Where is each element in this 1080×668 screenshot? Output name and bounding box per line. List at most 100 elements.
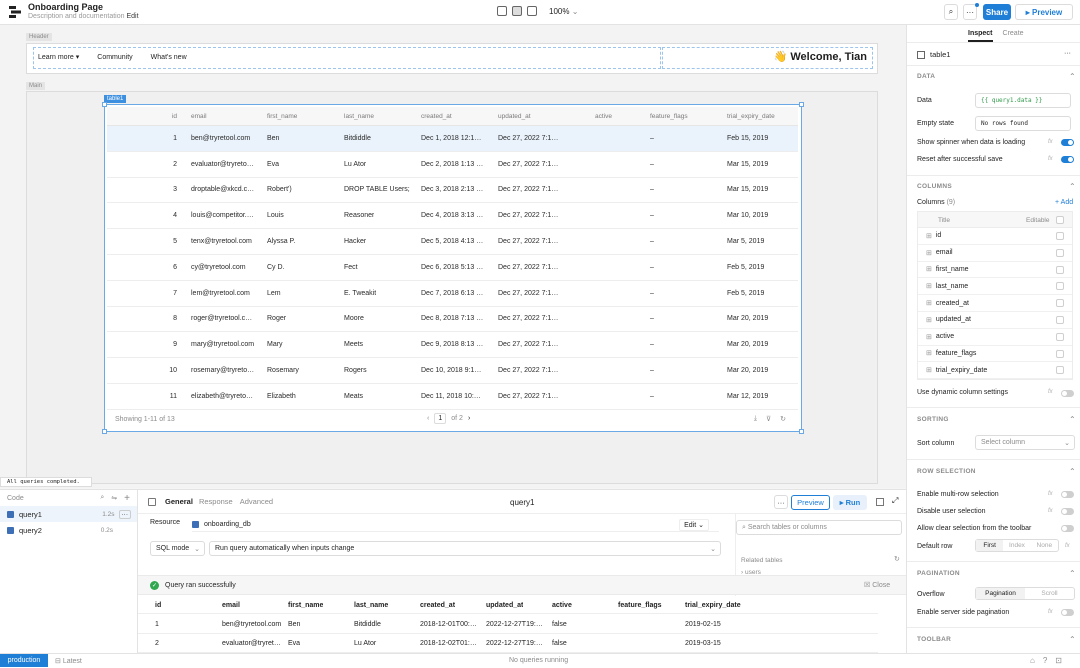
tab-general[interactable]: General xyxy=(165,497,193,506)
zoom-select[interactable]: 100% ⌄ xyxy=(549,7,578,16)
table-row[interactable]: 2 evaluator@tryreto… Eva Lu Ator Dec 2, 2018… xyxy=(107,152,798,178)
app-title[interactable]: Onboarding Page xyxy=(28,2,103,12)
resize-handle[interactable] xyxy=(102,429,107,434)
table-row[interactable]: 6 cy@tryretool.com Cy D. Fect Dec 6, 2018 5:… xyxy=(107,255,798,281)
table-row[interactable]: 11 elizabeth@tryreto… Elizabeth Meats Dec 11… xyxy=(107,384,798,410)
preview-query-button[interactable]: Preview xyxy=(791,495,830,510)
add-query-icon[interactable]: + xyxy=(124,493,130,504)
editable-checkbox[interactable] xyxy=(1056,265,1064,274)
column-item-email[interactable]: ⊞ email xyxy=(918,245,1072,262)
chevron-up-icon[interactable]: ⌃ xyxy=(1069,415,1076,424)
fx-icon[interactable]: fx xyxy=(1065,543,1070,549)
section-data[interactable]: DATA xyxy=(917,73,935,80)
chevron-up-icon[interactable]: ⌃ xyxy=(1069,467,1076,476)
table-row[interactable]: 8 roger@tryretool.c… Roger Moore Dec 8, 2018… xyxy=(107,307,798,333)
column-item-id[interactable]: ⊞ id xyxy=(918,228,1072,245)
tab-advanced[interactable]: Advanced xyxy=(240,497,273,506)
result-row[interactable]: 2 evaluator@tryret… Eva Lu Ator 2018-12-02T0… xyxy=(138,634,878,653)
next-page-icon[interactable]: › xyxy=(468,415,470,422)
column-item-created-at[interactable]: ⊞ created_at xyxy=(918,295,1072,312)
tab-response[interactable]: Response xyxy=(199,497,233,506)
table-row[interactable]: 3 droptable@xkcd.c… Robert') DROP TABLE Use… xyxy=(107,178,798,204)
help-icon[interactable]: ? xyxy=(1043,656,1047,665)
column-header-first-name[interactable]: first_name xyxy=(267,107,297,125)
tab-create[interactable]: Create xyxy=(1003,30,1024,37)
editable-checkbox[interactable] xyxy=(1056,315,1064,324)
section-toolbar[interactable]: TOOLBAR xyxy=(917,636,951,643)
nav-learn-more[interactable]: Learn more ▾ xyxy=(38,53,79,61)
chevron-up-icon[interactable]: ⌃ xyxy=(1069,635,1076,644)
query-more-button[interactable]: ··· xyxy=(774,495,788,509)
tab-inspect[interactable]: Inspect xyxy=(968,30,993,42)
schema-search-input[interactable]: ⌕ Search tables or columns xyxy=(736,520,902,535)
column-item-active[interactable]: ⊞ active xyxy=(918,329,1072,346)
column-item-updated-at[interactable]: ⊞ updated_at xyxy=(918,312,1072,329)
resource-select[interactable]: onboarding_db Edit ⌄ xyxy=(192,517,719,532)
environment-badge[interactable]: production xyxy=(0,654,48,667)
search-icon[interactable]: ⌕ xyxy=(100,494,104,502)
edit-resource-button[interactable]: Edit ⌄ xyxy=(679,519,709,531)
bottom-panel-toggle-icon[interactable] xyxy=(512,6,522,16)
overflow-scroll[interactable]: Scroll xyxy=(1025,588,1074,599)
column-header-trial-expiry-date[interactable]: trial_expiry_date xyxy=(727,107,775,125)
prev-page-icon[interactable]: ‹ xyxy=(427,415,429,422)
trigger-select[interactable]: Run query automatically when inputs chan… xyxy=(209,541,721,556)
default-row-first[interactable]: First xyxy=(976,540,1004,551)
edit-description-link[interactable]: Edit xyxy=(126,13,138,20)
dynamic-cols-toggle[interactable] xyxy=(1061,390,1074,397)
fx-icon[interactable]: fx xyxy=(1048,609,1053,615)
editable-checkbox[interactable] xyxy=(1056,349,1064,358)
download-icon[interactable]: ⤓ xyxy=(754,415,757,423)
column-header-email[interactable]: email xyxy=(191,107,207,125)
column-item-first-name[interactable]: ⊞ first_name xyxy=(918,262,1072,279)
retool-logo-icon[interactable] xyxy=(9,6,21,18)
column-header-feature-flags[interactable]: feature_flags xyxy=(650,107,688,125)
result-row[interactable]: 1 ben@tryretool.com Ben Bitdiddle 2018-12-01… xyxy=(138,615,878,634)
fx-icon[interactable]: fx xyxy=(1048,139,1053,145)
chevron-up-icon[interactable]: ⌃ xyxy=(1069,182,1076,191)
default-row-index[interactable]: Index xyxy=(1003,540,1030,551)
preview-button[interactable]: ▸ Preview xyxy=(1015,4,1073,20)
section-columns[interactable]: COLUMNS xyxy=(917,183,952,190)
search-button[interactable]: ⌕ xyxy=(944,4,958,20)
column-item-last-name[interactable]: ⊞ last_name xyxy=(918,278,1072,296)
table-row[interactable]: 10 rosemary@tryreto… Rosemary Rogers Dec 10,… xyxy=(107,358,798,384)
query-item-query2[interactable]: query2 0.2s xyxy=(0,522,137,538)
table-component-tag[interactable]: table1 xyxy=(104,95,127,103)
server-side-toggle[interactable] xyxy=(1061,609,1074,616)
overflow-pagination[interactable]: Pagination xyxy=(976,588,1025,599)
add-column-button[interactable]: + Add xyxy=(1055,199,1073,206)
resize-handle[interactable] xyxy=(799,429,804,434)
section-row-selection[interactable]: ROW SELECTION xyxy=(917,468,976,475)
left-panel-toggle-icon[interactable] xyxy=(497,6,507,16)
column-header-updated-at[interactable]: updated_at xyxy=(498,107,531,125)
table-row[interactable]: 4 louis@competitor.… Louis Reasoner Dec 4, 2… xyxy=(107,203,798,230)
editable-all-checkbox[interactable] xyxy=(1056,216,1064,224)
query-name-title[interactable]: query1 xyxy=(510,498,534,507)
sql-mode-select[interactable]: SQL mode ⌄ xyxy=(150,541,205,556)
default-row-none[interactable]: None xyxy=(1031,540,1058,551)
refresh-icon[interactable]: ↻ xyxy=(894,555,900,563)
close-result-button[interactable]: ☒ Close xyxy=(864,581,890,589)
fx-icon[interactable]: fx xyxy=(1048,389,1053,395)
table-row[interactable]: 1 ben@tryretool.com Ben Bitdiddle Dec 1, 201… xyxy=(107,126,798,152)
component-more-button[interactable]: ··· xyxy=(1064,50,1071,57)
allow-clear-toggle[interactable] xyxy=(1061,525,1074,532)
table-row[interactable]: 9 mary@tryretool.com Mary Meets Dec 9, 2018 … xyxy=(107,332,798,359)
section-sorting[interactable]: SORTING xyxy=(917,416,949,423)
sort-column-select[interactable]: Select column ⌄ xyxy=(975,435,1075,450)
section-pagination[interactable]: PAGINATION xyxy=(917,570,960,577)
editable-checkbox[interactable] xyxy=(1056,299,1064,308)
nav-community[interactable]: Community xyxy=(97,54,132,61)
page-input[interactable]: 1 xyxy=(434,413,447,424)
editable-checkbox[interactable] xyxy=(1056,248,1064,257)
overflow-segment[interactable]: Pagination Scroll xyxy=(975,587,1075,600)
editable-checkbox[interactable] xyxy=(1056,366,1064,375)
header-frame[interactable]: Learn more ▾ Community What's new 👋 Welc… xyxy=(26,43,878,74)
app-description[interactable]: Description and documentation Edit xyxy=(28,13,139,20)
branch-selector[interactable]: ⊟ Latest xyxy=(55,657,82,666)
editable-checkbox[interactable] xyxy=(1056,282,1064,291)
table-row[interactable]: 7 lem@tryretool.com Lem E. Tweakit Dec 7, 20… xyxy=(107,281,798,307)
column-header-last-name[interactable]: last_name xyxy=(344,107,374,125)
editable-checkbox[interactable] xyxy=(1056,232,1064,240)
